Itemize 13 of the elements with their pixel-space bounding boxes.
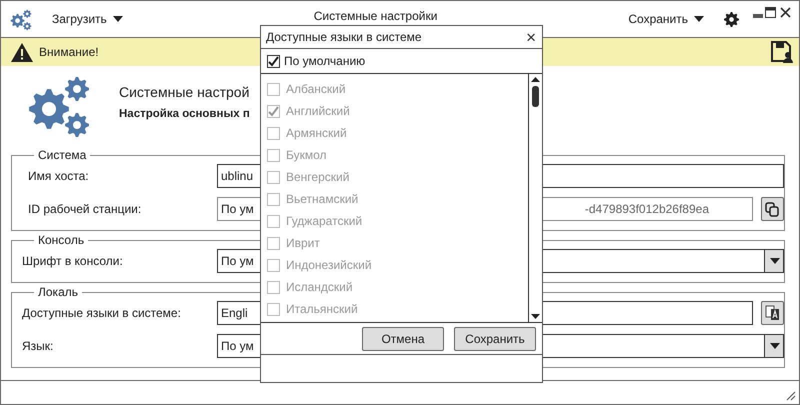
group-title: Консоль xyxy=(37,233,86,247)
field-label: Шрифт в консоли: xyxy=(22,254,124,268)
group-title: Система xyxy=(37,148,88,162)
field-label: Язык: xyxy=(22,339,54,353)
field-label: ID рабочей станции: xyxy=(27,202,142,216)
window-title: Системные настройки xyxy=(312,9,438,23)
page-subtitle: Настройка основных п xyxy=(119,108,250,120)
field-label: Имя хоста: xyxy=(27,169,90,183)
page-title: Системные настрой xyxy=(119,84,250,100)
group-title: Локаль xyxy=(37,285,79,299)
field-label: Доступные языки в системе: xyxy=(22,306,182,320)
dialog-title: Доступные языки в системе xyxy=(266,30,423,44)
warning-text: Внимание! xyxy=(39,45,100,59)
